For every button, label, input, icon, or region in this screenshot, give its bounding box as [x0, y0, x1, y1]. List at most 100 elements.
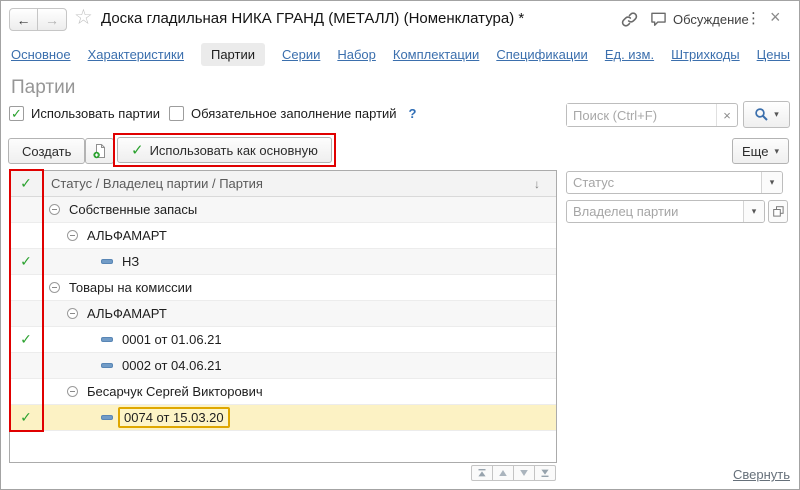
row-main-flag-cell	[10, 353, 43, 378]
row-label-cell[interactable]: АЛЬФАМАРТ	[43, 223, 556, 248]
row-text: Товары на комиссии	[69, 280, 192, 295]
table-pagination	[471, 465, 556, 481]
row-label-cell[interactable]: Товары на комиссии	[43, 275, 556, 300]
owner-dropdown-button[interactable]: ▾	[743, 201, 764, 222]
chevron-down-icon: ▾	[774, 109, 779, 120]
page-title: Доска гладильная НИКА ГРАНД (МЕТАЛЛ) (Но…	[101, 10, 524, 27]
use-batches-checkbox[interactable]: ✓ Использовать партии	[9, 106, 160, 121]
tab-характеристики[interactable]: Характеристики	[88, 43, 184, 66]
search-icon	[754, 107, 769, 122]
tab-штрихкоды[interactable]: Штрихкоды	[671, 43, 740, 66]
status-filter-combo[interactable]: Статус ▾	[566, 171, 783, 194]
owner-filter-combo[interactable]: Владелец партии ▾	[566, 200, 765, 223]
row-main-flag-cell	[10, 197, 43, 222]
tab-основное[interactable]: Основное	[11, 43, 71, 66]
chevron-down-icon: ▾	[752, 206, 757, 217]
create-by-copy-button[interactable]	[85, 138, 114, 164]
table-header-row[interactable]: ✓ Статус / Владелец партии / Партия ↓	[10, 171, 556, 197]
go-up-button[interactable]	[492, 465, 514, 481]
tree-collapse-icon	[67, 308, 78, 319]
get-link-icon[interactable]	[621, 11, 638, 28]
row-text: АЛЬФАМАРТ	[87, 228, 167, 243]
row-text: 0074 от 15.03.20	[118, 407, 230, 428]
search-clear-icon[interactable]: ×	[716, 104, 737, 126]
chevron-down-icon: ▾	[774, 146, 779, 157]
table-row[interactable]: Товары на комиссии	[10, 275, 556, 301]
help-link[interactable]: ?	[409, 106, 417, 121]
more-menu-icon[interactable]: ⋮	[746, 9, 761, 27]
tab-ед. изм.[interactable]: Ед. изм.	[605, 43, 654, 66]
table-row[interactable]: Бесарчук Сергей Викторович	[10, 379, 556, 405]
tab-комплектации[interactable]: Комплектации	[393, 43, 479, 66]
row-main-flag-cell: ✓	[10, 405, 43, 430]
section-heading: Партии	[11, 77, 75, 99]
discussion-link[interactable]: Обсуждение	[673, 12, 749, 27]
go-first-button[interactable]	[471, 465, 493, 481]
table-row[interactable]: Собственные запасы	[10, 197, 556, 223]
titlebar: ← → ☆ Доска гладильная НИКА ГРАНД (МЕТАЛ…	[1, 1, 799, 37]
row-main-flag-cell	[10, 223, 43, 248]
main-flag-column-header[interactable]: ✓	[10, 171, 43, 196]
tab-спецификации[interactable]: Спецификации	[496, 43, 588, 66]
owner-choose-button[interactable]	[768, 200, 788, 223]
row-label-cell[interactable]: Собственные запасы	[43, 197, 556, 222]
checkbox-box[interactable]	[169, 106, 184, 121]
back-button[interactable]: ←	[10, 9, 38, 30]
required-fill-checkbox[interactable]: Обязательное заполнение партий	[169, 106, 397, 121]
sort-arrow-icon: ↓	[534, 177, 556, 191]
table-row[interactable]: АЛЬФАМАРТ	[10, 301, 556, 327]
search-button[interactable]: ▾	[743, 101, 790, 128]
status-dropdown-button[interactable]: ▾	[761, 172, 782, 193]
history-nav-group: ← →	[9, 8, 67, 31]
use-as-main-label: Использовать как основную	[150, 143, 318, 158]
table-row[interactable]: ✓ НЗ	[10, 249, 556, 275]
row-main-flag-cell: ✓	[10, 249, 43, 274]
table-more-button[interactable]: Еще ▾	[732, 138, 789, 164]
row-label-cell[interactable]: АЛЬФАМАРТ	[43, 301, 556, 326]
row-text: 0001 от 01.06.21	[122, 332, 222, 347]
table-row[interactable]: ✓ 0074 от 15.03.20	[10, 405, 556, 431]
search-input[interactable]	[567, 104, 716, 126]
use-as-main-button[interactable]: ✓ Использовать как основную	[117, 137, 332, 163]
tree-collapse-icon	[67, 386, 78, 397]
batch-leaf-icon	[101, 337, 113, 342]
checkbox-check-icon: ✓	[11, 107, 22, 120]
row-label-cell[interactable]: 0074 от 15.03.20	[43, 405, 556, 430]
close-icon[interactable]: ×	[770, 7, 781, 28]
table-row[interactable]: ✓ 0001 от 01.06.21	[10, 327, 556, 353]
create-button[interactable]: Создать	[8, 138, 85, 164]
tab-набор[interactable]: Набор	[337, 43, 376, 66]
go-down-button[interactable]	[513, 465, 535, 481]
main-batch-check-icon: ✓	[20, 409, 32, 426]
checkbox-box[interactable]: ✓	[9, 106, 24, 121]
tab-цены[interactable]: Цены	[757, 43, 790, 66]
go-last-button[interactable]	[534, 465, 556, 481]
object-form-window: ← → ☆ Доска гладильная НИКА ГРАНД (МЕТАЛ…	[0, 0, 800, 490]
batches-table: ✓ Статус / Владелец партии / Партия ↓ Со…	[9, 170, 557, 463]
check-icon: ✓	[131, 141, 144, 159]
batch-leaf-icon	[101, 363, 113, 368]
more-label: Еще	[742, 144, 768, 159]
row-label-cell[interactable]: Бесарчук Сергей Викторович	[43, 379, 556, 404]
table-row[interactable]: АЛЬФАМАРТ	[10, 223, 556, 249]
tab-active-партии[interactable]: Партии	[201, 43, 265, 66]
table-header-label[interactable]: Статус / Владелец партии / Партия	[43, 176, 534, 191]
copy-document-icon	[92, 143, 108, 159]
required-fill-label: Обязательное заполнение партий	[191, 106, 397, 121]
row-text: АЛЬФАМАРТ	[87, 306, 167, 321]
row-text: 0002 от 04.06.21	[122, 358, 222, 373]
choose-from-list-icon	[773, 206, 784, 217]
row-label-cell[interactable]: 0002 от 04.06.21	[43, 353, 556, 378]
tabs-bar: Основное Характеристики Партии Серии Набор Ко…	[11, 43, 793, 66]
discussion-bubble-icon[interactable]	[650, 11, 667, 28]
table-row[interactable]: 0002 от 04.06.21	[10, 353, 556, 379]
main-batch-check-icon: ✓	[20, 253, 32, 270]
row-main-flag-cell	[10, 301, 43, 326]
row-label-cell[interactable]: 0001 от 01.06.21	[43, 327, 556, 352]
row-label-cell[interactable]: НЗ	[43, 249, 556, 274]
favorite-star-icon[interactable]: ☆	[74, 5, 93, 30]
tab-серии[interactable]: Серии	[282, 43, 320, 66]
collapse-link[interactable]: Свернуть	[733, 467, 790, 482]
forward-button[interactable]: →	[38, 9, 66, 30]
batch-leaf-icon	[101, 415, 113, 420]
